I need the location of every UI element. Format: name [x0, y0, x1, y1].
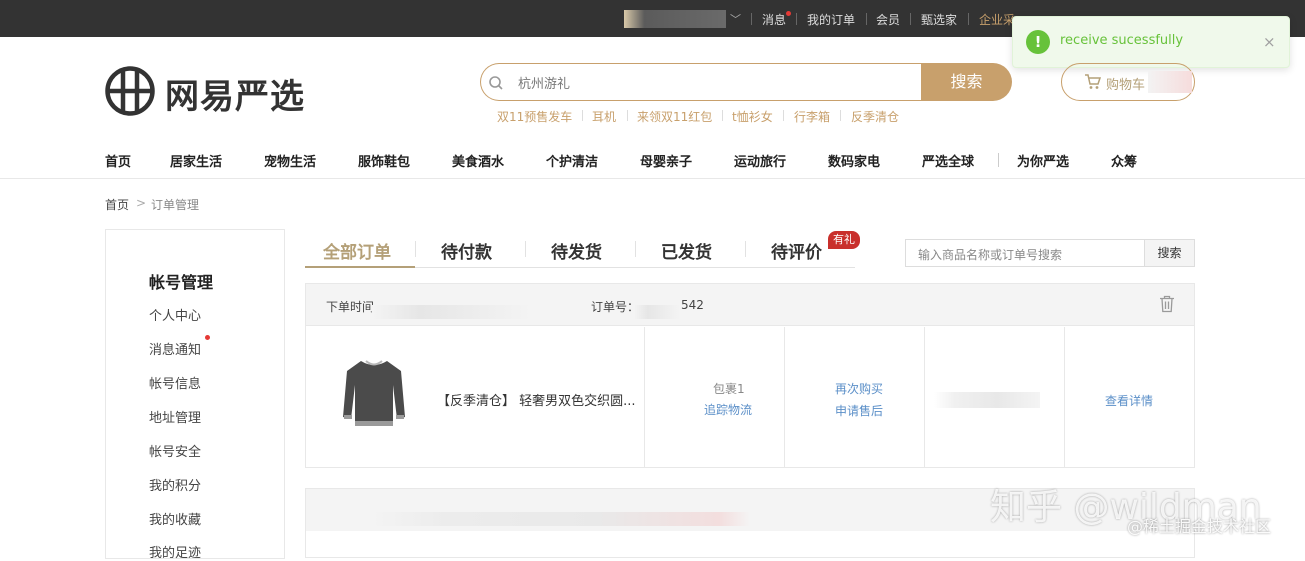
- unread-dot: [786, 11, 791, 16]
- search-button[interactable]: 搜索: [921, 63, 1012, 101]
- divider: [751, 13, 752, 25]
- search-placeholder: 杭州游礼: [518, 77, 571, 92]
- order-search-button[interactable]: 搜索: [1144, 239, 1195, 267]
- divider: [840, 110, 841, 121]
- sidebar-item-favorites[interactable]: 我的收藏: [149, 509, 201, 528]
- trash-icon[interactable]: [1159, 295, 1175, 313]
- nav-for-you[interactable]: 为你严选: [1017, 151, 1069, 170]
- active-tab-indicator: [305, 266, 415, 268]
- chevron-right-icon: >: [136, 196, 147, 210]
- product-image[interactable]: [341, 357, 407, 429]
- divider: [582, 110, 583, 121]
- after-sale-link[interactable]: 申请售后: [835, 402, 883, 419]
- topbar-member-link[interactable]: 会员: [876, 11, 900, 28]
- product-name-link[interactable]: 【反季清仓】 轻奢男双色交织圆...: [437, 390, 636, 409]
- sidebar-item-history[interactable]: 我的足迹: [149, 542, 201, 561]
- order-time-label: 下单时间: [326, 300, 375, 314]
- cart-label: 购物车: [1106, 78, 1146, 93]
- user-account-name[interactable]: [624, 10, 726, 28]
- track-shipment-link[interactable]: 追踪物流: [704, 401, 752, 418]
- divider: [924, 327, 925, 467]
- divider: [745, 241, 746, 257]
- sidebar-item-account-info[interactable]: 帐号信息: [149, 373, 201, 392]
- success-toast: ! receive sucessfully ×: [1012, 16, 1290, 68]
- topbar-messages-link[interactable]: 消息: [762, 11, 786, 28]
- divider: [415, 241, 416, 257]
- breadcrumb-home[interactable]: 首页: [105, 196, 129, 213]
- nav-apparel[interactable]: 服饰鞋包: [358, 151, 410, 170]
- cart-count: [1148, 71, 1192, 93]
- chevron-down-icon[interactable]: ﹀: [730, 11, 741, 27]
- sidebar-item-notifications[interactable]: 消息通知: [149, 339, 201, 358]
- topbar-selector-link[interactable]: 甄选家: [921, 11, 957, 28]
- rebuy-link[interactable]: 再次购买: [835, 380, 883, 397]
- nav-personal-care[interactable]: 个护清洁: [546, 151, 598, 170]
- sidebar-item-address[interactable]: 地址管理: [149, 407, 201, 426]
- order-number-label: 订单号：: [591, 300, 640, 314]
- divider: [1064, 327, 1065, 467]
- order-number-value: [634, 305, 680, 319]
- package-label: 包裹1: [713, 382, 745, 396]
- hot-word-link[interactable]: 双11预售发车: [497, 108, 572, 125]
- tab-unpaid[interactable]: 待付款: [441, 238, 492, 263]
- nav-baby[interactable]: 母婴亲子: [640, 151, 692, 170]
- nav-global[interactable]: 严选全球: [922, 151, 974, 170]
- tab-shipped[interactable]: 已发货: [661, 238, 712, 263]
- divider: [968, 13, 969, 25]
- divider: [796, 13, 797, 25]
- nav-food[interactable]: 美食酒水: [452, 151, 504, 170]
- nav-pets[interactable]: 宠物生活: [264, 151, 316, 170]
- sidebar-item-points[interactable]: 我的积分: [149, 475, 201, 494]
- divider: [783, 110, 784, 121]
- order-meta: [370, 512, 750, 526]
- hot-word-link[interactable]: 行李箱: [794, 108, 830, 125]
- divider: [0, 178, 1305, 179]
- nav-electronics[interactable]: 数码家电: [828, 151, 880, 170]
- toast-message: receive sucessfully: [1060, 33, 1184, 48]
- breadcrumb-current: 订单管理: [151, 198, 200, 212]
- sidebar-title: 帐号管理: [149, 273, 214, 292]
- divider: [998, 153, 999, 167]
- order-search-input[interactable]: 输入商品名称或订单号搜索: [905, 239, 1145, 267]
- divider: [866, 13, 867, 25]
- unread-dot: [205, 335, 210, 340]
- divider: [525, 241, 526, 257]
- divider: [722, 110, 723, 121]
- divider: [635, 241, 636, 257]
- tab-all-orders[interactable]: 全部订单: [323, 238, 391, 263]
- divider: [627, 110, 628, 121]
- hot-word-link[interactable]: t恤衫女: [732, 108, 773, 125]
- gift-badge: 有礼: [828, 231, 860, 249]
- order-amount: [934, 392, 1040, 408]
- nav-sports[interactable]: 运动旅行: [734, 151, 786, 170]
- logo-icon[interactable]: [104, 65, 156, 117]
- hot-word-link[interactable]: 来领双11红包: [637, 108, 712, 125]
- watermark: @稀土掘金技术社区: [1127, 517, 1272, 536]
- hot-word-link[interactable]: 耳机: [592, 108, 616, 125]
- divider: [910, 13, 911, 25]
- nav-home-living[interactable]: 居家生活: [170, 151, 222, 170]
- divider: [644, 327, 645, 467]
- cart-icon: [1085, 74, 1102, 89]
- nav-home[interactable]: 首页: [105, 151, 131, 170]
- check-circle-icon: !: [1026, 30, 1050, 54]
- topbar-enterprise-link[interactable]: 企业采: [979, 11, 1015, 28]
- search-icon: [489, 76, 503, 90]
- close-icon[interactable]: ×: [1263, 33, 1276, 51]
- topbar-my-orders-link[interactable]: 我的订单: [807, 11, 855, 28]
- sidebar-item-security[interactable]: 帐号安全: [149, 441, 201, 460]
- view-details-link[interactable]: 查看详情: [1105, 392, 1153, 409]
- order-number-suffix: 542: [681, 298, 704, 312]
- divider: [784, 327, 785, 467]
- sidebar-item-profile[interactable]: 个人中心: [149, 305, 201, 324]
- order-time-value: [372, 305, 532, 319]
- nav-crowdfunding[interactable]: 众筹: [1111, 151, 1137, 170]
- logo-text[interactable]: 网易严选: [165, 69, 305, 118]
- hot-word-link[interactable]: 反季清仓: [851, 108, 899, 125]
- tab-to-review[interactable]: 待评价: [771, 238, 822, 263]
- tab-to-ship[interactable]: 待发货: [551, 238, 602, 263]
